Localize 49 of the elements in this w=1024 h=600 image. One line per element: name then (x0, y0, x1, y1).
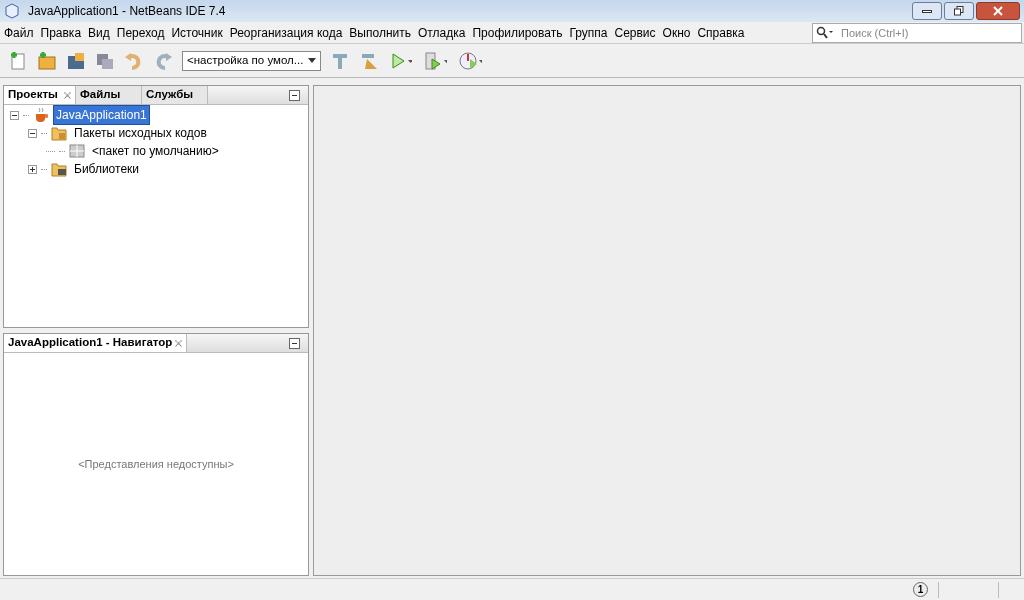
window-title: JavaApplication1 - NetBeans IDE 7.4 (28, 3, 226, 20)
caret-icon (308, 58, 316, 63)
expand-toggle[interactable] (10, 110, 19, 120)
new-folder-icon[interactable] (37, 50, 57, 71)
menu-item[interactable]: Источник (171, 23, 223, 42)
menu-item[interactable]: Справка (697, 23, 745, 42)
menu-item[interactable]: Профилировать (472, 23, 563, 42)
plus-icon (29, 165, 36, 173)
menu-item[interactable]: Вид (88, 23, 110, 42)
menu-item[interactable]: Окно (662, 23, 691, 42)
menu-item[interactable]: Выполнить (349, 23, 411, 42)
minimize-panel-button[interactable] (289, 337, 300, 349)
minimize-panel-button[interactable] (289, 89, 300, 101)
menu-item[interactable]: Реорганизация кода (229, 23, 343, 42)
panel-tab[interactable]: Файлы (76, 86, 142, 104)
menu-item[interactable]: Отладка (418, 23, 466, 42)
expand-toggle[interactable] (28, 128, 37, 138)
close-button[interactable] (976, 2, 1020, 20)
restore-button[interactable] (944, 2, 974, 20)
close-tab-icon[interactable] (175, 339, 182, 347)
panel-tab[interactable]: Службы (142, 86, 208, 104)
minimize-button[interactable] (912, 2, 942, 20)
tree-item[interactable]: Пакеты исходных кодов (71, 123, 210, 143)
coffee-cup-icon (33, 107, 49, 123)
panel-tab[interactable]: Проекты (4, 86, 76, 104)
package-icon (69, 143, 85, 159)
close-tab-icon[interactable] (64, 91, 71, 99)
profile-icon[interactable] (456, 50, 482, 71)
search-field[interactable]: Поиск (Ctrl+I) (812, 22, 1022, 43)
close-icon (993, 6, 1003, 16)
expand-toggle[interactable] (28, 164, 37, 174)
cube-icon (4, 3, 20, 19)
menu-item[interactable]: Группа (569, 23, 608, 42)
tree-item[interactable]: JavaApplication1 (53, 105, 150, 125)
panel-tab[interactable]: JavaApplication1 - Навигатор (4, 334, 187, 352)
tree-item[interactable]: <пакет по умолчанию> (89, 141, 222, 161)
menu-item[interactable]: Правка (40, 23, 82, 42)
library-folder-icon (51, 161, 67, 177)
restore-icon (954, 6, 964, 16)
package-folder-icon (51, 125, 67, 141)
search-icon[interactable] (816, 25, 834, 40)
notification-badge[interactable]: 1 (913, 582, 928, 597)
new-file-icon[interactable] (8, 50, 28, 71)
empty-message: <Представления недоступны> (78, 456, 234, 472)
tree-item[interactable]: Библиотеки (71, 159, 142, 179)
configuration-dropdown[interactable]: <настройка по умол... (182, 50, 321, 71)
menu-item[interactable]: Файл (4, 23, 34, 42)
menu-item[interactable]: Сервис (614, 23, 656, 42)
menu-item[interactable]: Переход (116, 23, 165, 42)
